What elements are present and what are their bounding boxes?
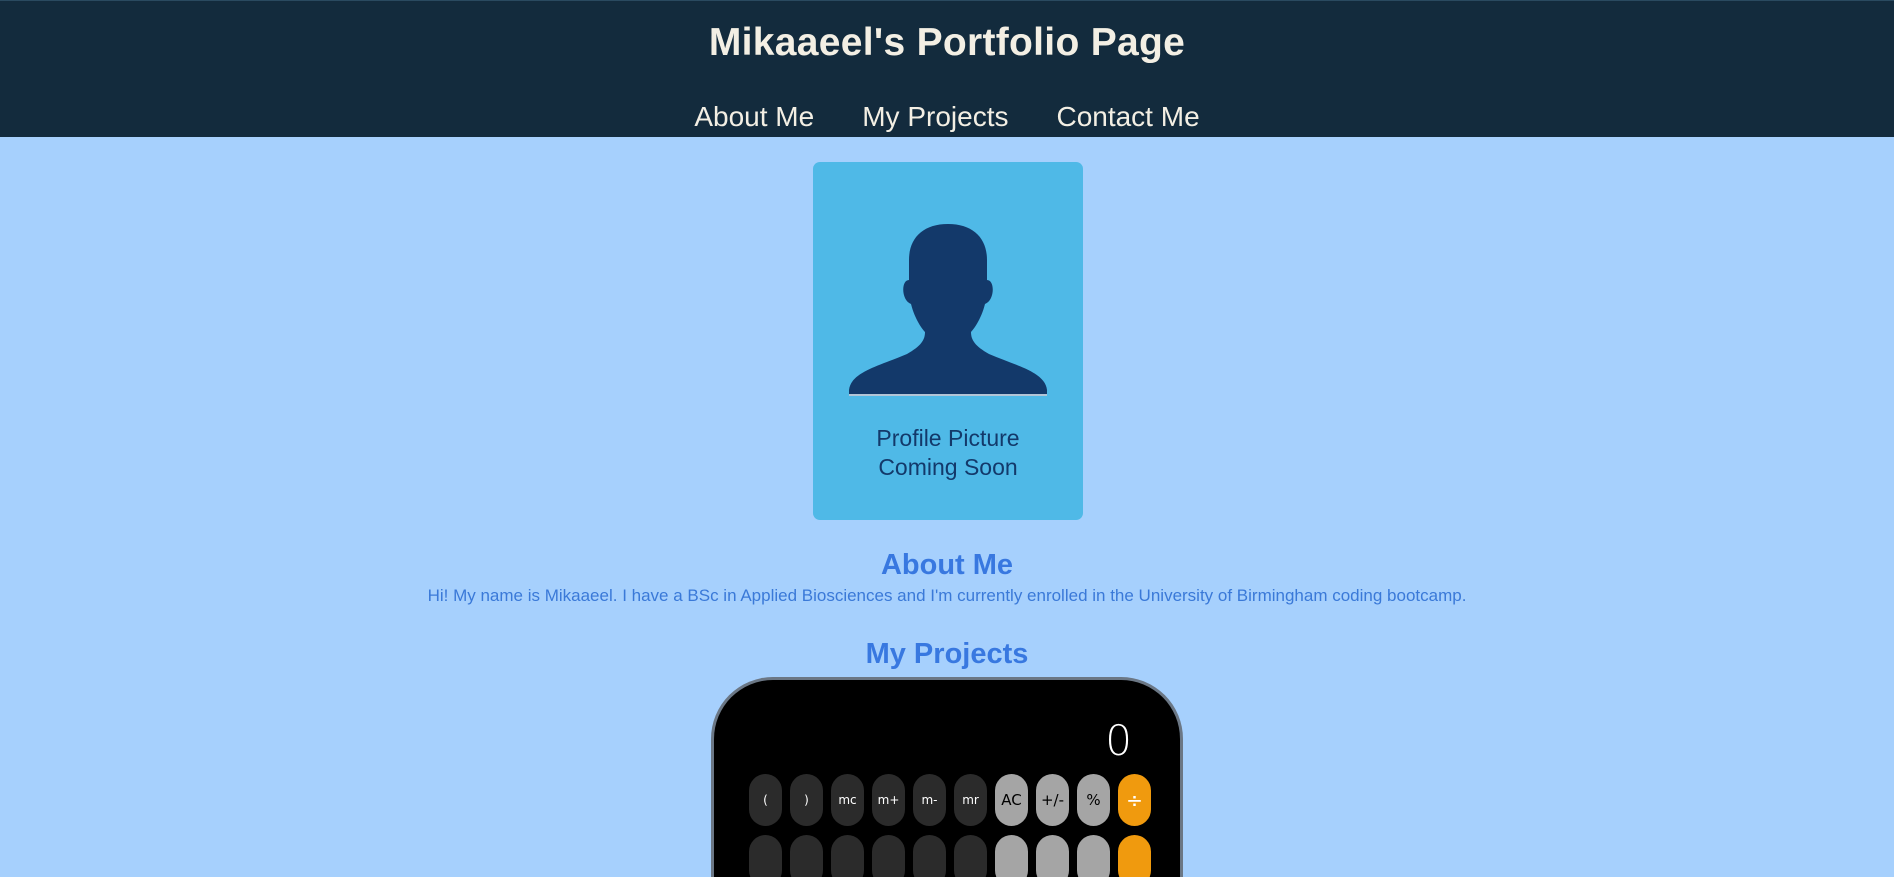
calc-key: m- — [913, 774, 946, 826]
calc-key: mr — [954, 774, 987, 826]
calculator-key-row — [749, 835, 1151, 877]
calc-key — [831, 835, 864, 877]
profile-picture-placeholder: Profile Picture Coming Soon — [813, 162, 1083, 520]
profile-caption-line1: Profile Picture — [876, 425, 1020, 451]
my-projects-heading: My Projects — [865, 638, 1029, 670]
calculator-key-row: ( ) mc m+ m- mr AC +/- % ÷ — [749, 774, 1151, 826]
calculator-display: 0 — [1105, 716, 1132, 765]
calc-key — [749, 835, 782, 877]
calc-key: ÷ — [1118, 774, 1151, 826]
calc-key — [1036, 835, 1069, 877]
nav-link-contact-me[interactable]: Contact Me — [1056, 97, 1199, 137]
calc-key: ) — [790, 774, 823, 826]
site-header: Mikaaeel's Portfolio Page About Me My Pr… — [0, 0, 1894, 137]
about-me-heading: About Me — [880, 549, 1014, 581]
calc-key — [790, 835, 823, 877]
calc-key: m+ — [872, 774, 905, 826]
calc-key — [995, 835, 1028, 877]
nav-link-my-projects[interactable]: My Projects — [862, 97, 1008, 137]
calc-key: +/- — [1036, 774, 1069, 826]
profile-caption: Profile Picture Coming Soon — [813, 424, 1083, 482]
calc-key — [1118, 835, 1151, 877]
about-me-text: Hi! My name is Mikaaeel. I have a BSc in… — [427, 586, 1467, 605]
calc-key: ( — [749, 774, 782, 826]
calc-key — [872, 835, 905, 877]
calc-key: % — [1077, 774, 1110, 826]
calc-key — [954, 835, 987, 877]
main-nav: About Me My Projects Contact Me — [0, 101, 1894, 141]
nav-link-about-me[interactable]: About Me — [694, 97, 814, 137]
calc-key: mc — [831, 774, 864, 826]
calculator-project-screenshot[interactable]: 0 ( ) mc m+ m- mr AC +/- % ÷ — [711, 677, 1183, 877]
person-silhouette-icon — [849, 224, 1047, 396]
calc-key: AC — [995, 774, 1028, 826]
page-title: Mikaaeel's Portfolio Page — [708, 21, 1186, 64]
profile-caption-line2: Coming Soon — [878, 454, 1018, 480]
calc-key — [1077, 835, 1110, 877]
calc-key — [913, 835, 946, 877]
